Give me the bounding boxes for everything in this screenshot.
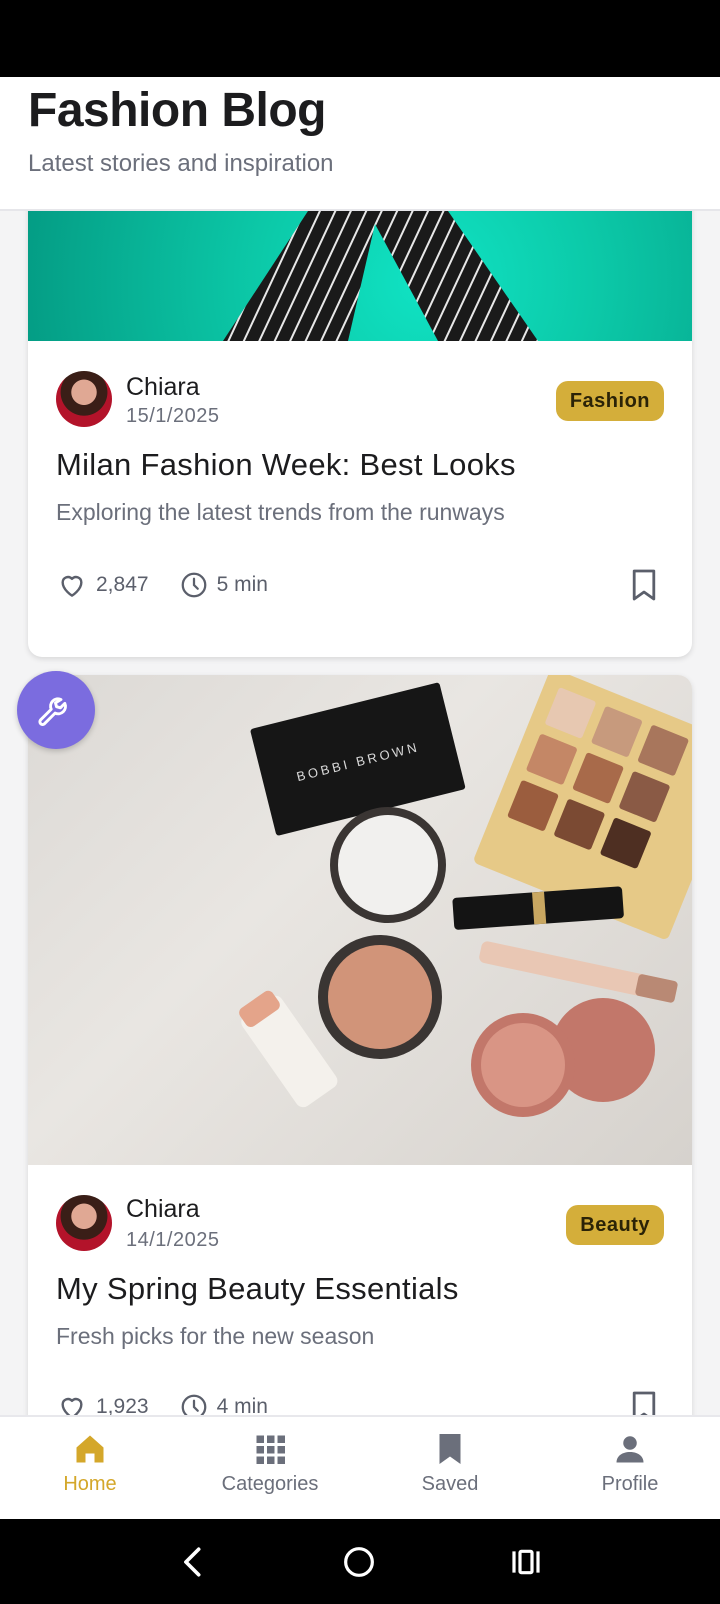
post-title[interactable]: Milan Fashion Week: Best Looks	[56, 447, 516, 483]
wrench-icon	[38, 697, 67, 726]
page-subtitle: Latest stories and inspiration	[28, 150, 334, 177]
back-icon[interactable]	[178, 1545, 208, 1579]
striped-trousers-illustration	[223, 211, 538, 341]
post-date: 14/1/2025	[126, 1229, 220, 1251]
bottom-navigation: Home Categories Saved Profile	[0, 1415, 720, 1519]
home-icon	[76, 1435, 104, 1463]
bookmark-outline-icon	[632, 1391, 656, 1415]
read-time: 4 min	[179, 1392, 268, 1415]
likes[interactable]: 2,847	[56, 569, 149, 601]
nav-categories-label: Categories	[221, 1473, 319, 1495]
app-screen: Fashion Blog Latest stories and inspirat…	[0, 0, 720, 1604]
app-header: Fashion Blog Latest stories and inspirat…	[0, 77, 720, 211]
likes-count: 1,923	[96, 1395, 149, 1415]
post-feed[interactable]: Chiara 15/1/2025 Fashion Milan Fashion W…	[0, 211, 720, 1415]
bookmark-icon	[439, 1434, 461, 1464]
category-badge[interactable]: Fashion	[555, 381, 664, 421]
status-bar	[0, 0, 720, 77]
post-image[interactable]	[28, 211, 692, 341]
makeup-flatlay-illustration: BOBBI BROWN	[239, 675, 692, 1117]
system-navigation-bar	[0, 1519, 720, 1604]
nav-categories[interactable]: Categories	[180, 1417, 360, 1519]
person-icon	[616, 1436, 644, 1463]
recents-icon[interactable]	[510, 1546, 542, 1578]
post-date: 15/1/2025	[126, 405, 220, 427]
likes[interactable]: 1,923	[56, 1391, 149, 1415]
page-title: Fashion Blog	[28, 84, 326, 137]
nav-saved[interactable]: Saved	[360, 1417, 540, 1519]
read-time-label: 4 min	[216, 1395, 268, 1415]
bookmark-outline-icon	[632, 569, 656, 601]
likes-count: 2,847	[96, 573, 149, 596]
grid-icon	[256, 1435, 285, 1464]
heart-icon[interactable]	[56, 569, 88, 601]
post-image[interactable]: BOBBI BROWN	[28, 675, 692, 1165]
category-badge[interactable]: Beauty	[566, 1205, 664, 1245]
nav-profile-label: Profile	[601, 1473, 659, 1495]
read-time: 5 min	[179, 570, 268, 600]
author-name[interactable]: Chiara	[126, 1195, 200, 1224]
clock-icon	[181, 572, 206, 598]
clock-icon	[181, 1394, 206, 1415]
tools-button[interactable]	[17, 671, 95, 749]
post-excerpt: Exploring the latest trends from the run…	[56, 499, 505, 525]
bookmark-button[interactable]	[624, 565, 664, 605]
author-name[interactable]: Chiara	[126, 373, 200, 402]
nav-home-label: Home	[63, 1473, 117, 1495]
author-avatar[interactable]	[56, 371, 112, 427]
post-excerpt: Fresh picks for the new season	[56, 1323, 375, 1349]
nav-home[interactable]: Home	[0, 1417, 180, 1519]
author-avatar[interactable]	[56, 1195, 112, 1251]
read-time-label: 5 min	[216, 573, 268, 596]
nav-profile[interactable]: Profile	[540, 1417, 720, 1519]
post-meta: 2,847 5 min	[56, 569, 268, 601]
home-circle-icon[interactable]	[343, 1546, 375, 1578]
nav-saved-label: Saved	[421, 1473, 479, 1495]
heart-icon[interactable]	[56, 1391, 88, 1415]
bookmark-button[interactable]	[624, 1387, 664, 1415]
post-title[interactable]: My Spring Beauty Essentials	[56, 1271, 459, 1307]
post-card[interactable]: BOBBI BROWN Chiara 14/1/2025 Beauty My S…	[28, 675, 692, 1415]
post-meta: 1,923 4 min	[56, 1391, 268, 1415]
post-card[interactable]: Chiara 15/1/2025 Fashion Milan Fashion W…	[28, 211, 692, 657]
